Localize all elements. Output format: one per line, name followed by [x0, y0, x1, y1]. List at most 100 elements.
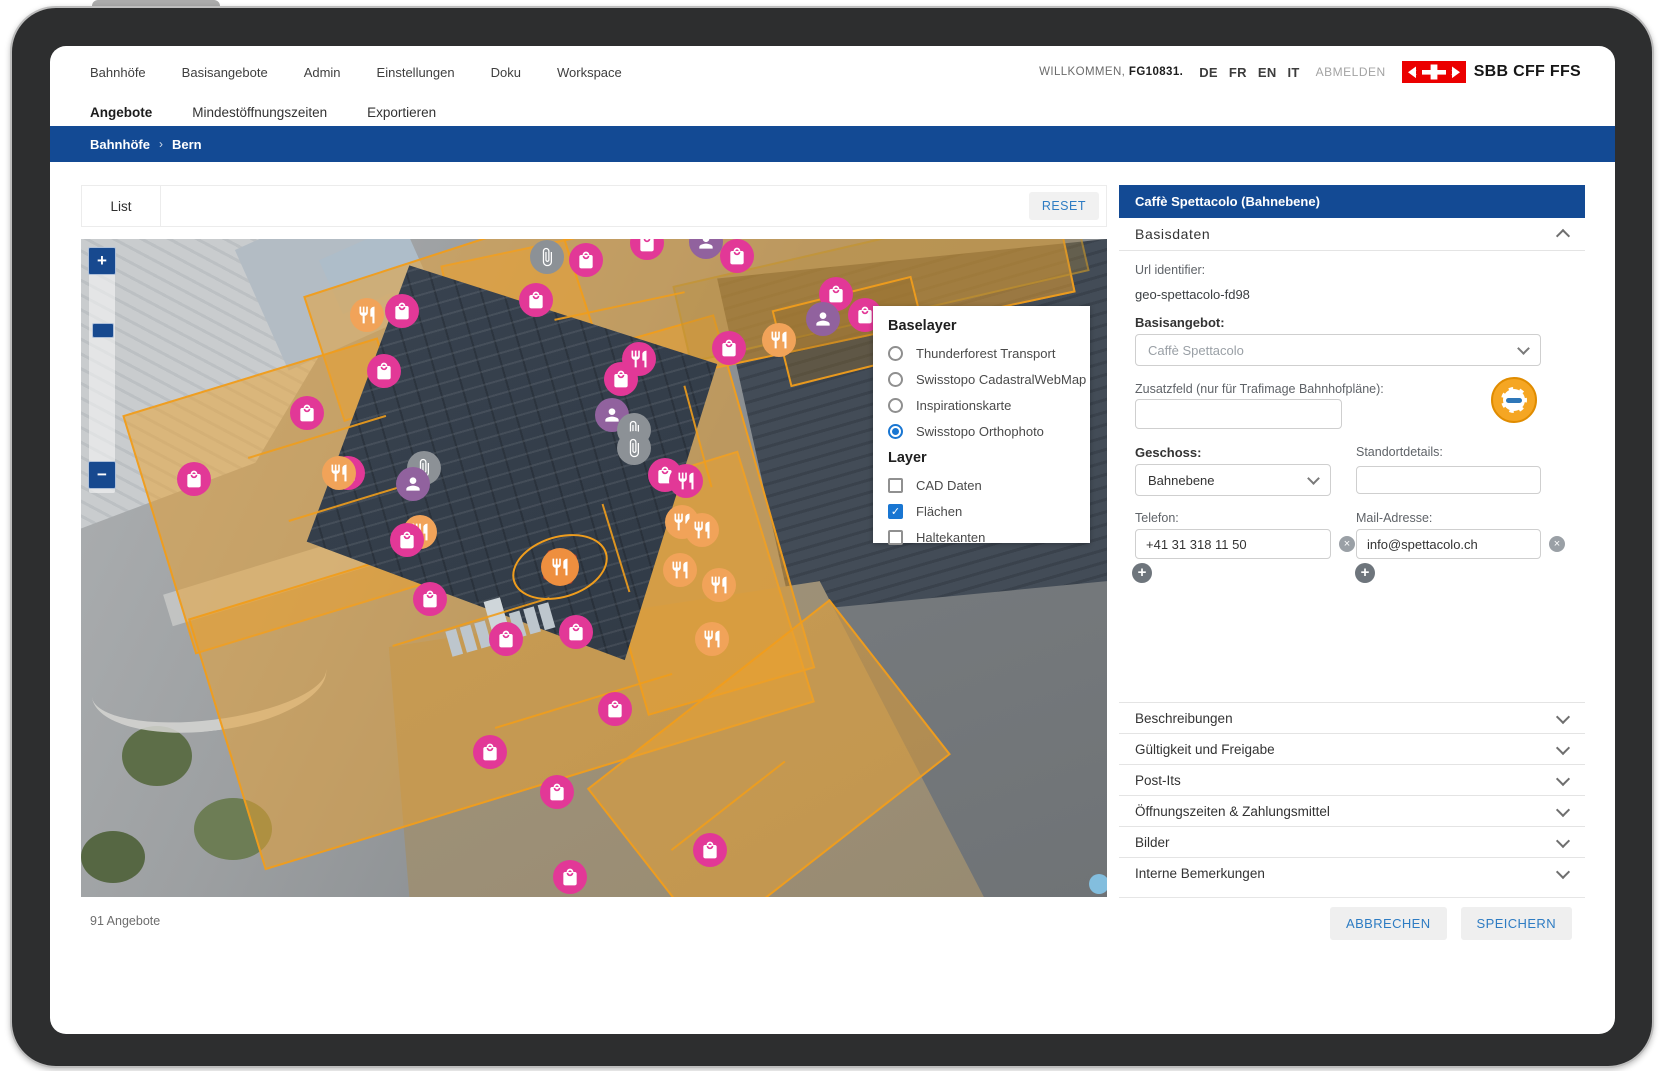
- zoom-slider-handle[interactable]: [92, 323, 114, 338]
- marker-shop[interactable]: [598, 692, 632, 726]
- clear-telefon-icon[interactable]: ×: [1339, 536, 1355, 552]
- marker-restaurant[interactable]: [685, 513, 719, 547]
- marker-restaurant[interactable]: [702, 568, 736, 602]
- basisangebot-label: Basisangebot:: [1135, 315, 1225, 330]
- nav-item-doku[interactable]: Doku: [491, 65, 521, 80]
- layer-option-haltekanten[interactable]: Haltekanten: [888, 524, 1090, 550]
- subnav-item-exportieren[interactable]: Exportieren: [367, 105, 436, 120]
- caffe-spettacolo-logo: [1491, 377, 1537, 423]
- marker-restaurant[interactable]: [695, 622, 729, 656]
- checkbox-icon[interactable]: [888, 530, 903, 545]
- standortdetails-input[interactable]: [1356, 466, 1541, 494]
- marker-restaurant[interactable]: [762, 323, 796, 357]
- zoom-in-button[interactable]: +: [88, 247, 116, 275]
- lang-en[interactable]: EN: [1258, 65, 1277, 80]
- nav-item-bahnhöfe[interactable]: Bahnhöfe: [90, 65, 146, 80]
- marker-shop[interactable]: [177, 462, 211, 496]
- marker-location[interactable]: [1089, 874, 1107, 894]
- shopping-bag-icon: [637, 239, 657, 253]
- logout-link[interactable]: ABMELDEN: [1316, 65, 1386, 79]
- subnav-item-angebote[interactable]: Angebote: [90, 105, 152, 120]
- clear-mail-icon[interactable]: ×: [1549, 536, 1565, 552]
- marker-attachment[interactable]: [530, 240, 564, 274]
- accordion-beschreibungen[interactable]: Beschreibungen: [1119, 702, 1585, 733]
- reset-button[interactable]: RESET: [1029, 192, 1099, 220]
- marker-selected-restaurant[interactable]: [541, 548, 579, 586]
- map-canvas[interactable]: + − Baselayer Thunderforest TransportSwi…: [81, 239, 1107, 897]
- geschoss-select[interactable]: Bahnebene: [1135, 464, 1331, 496]
- marker-shop[interactable]: [569, 243, 603, 277]
- marker-service[interactable]: [806, 302, 840, 336]
- nav-item-admin[interactable]: Admin: [304, 65, 341, 80]
- checkbox-icon[interactable]: ✓: [888, 504, 903, 519]
- marker-shop[interactable]: [390, 523, 424, 557]
- accordion-label: Beschreibungen: [1135, 711, 1233, 726]
- baselayer-options: Thunderforest Transport Swisstopo Cadastr…: [888, 340, 1090, 444]
- basisangebot-select[interactable]: Caffè Spettacolo: [1135, 334, 1541, 366]
- mail-input[interactable]: [1356, 529, 1541, 559]
- accordion-post-its[interactable]: Post-Its: [1119, 764, 1585, 795]
- chevron-down-icon: [1556, 740, 1570, 754]
- telefon-label: Telefon:: [1135, 511, 1179, 525]
- breadcrumb-root[interactable]: Bahnhöfe: [90, 137, 150, 152]
- radio-icon[interactable]: [888, 398, 903, 413]
- marker-restaurant[interactable]: [350, 298, 384, 332]
- tab-list[interactable]: List: [82, 186, 161, 226]
- baselayer-option-swisstopo-cadastralwebmap[interactable]: Swisstopo CadastralWebMap: [888, 366, 1090, 392]
- baselayer-option-label: Thunderforest Transport: [916, 346, 1055, 361]
- marker-restaurant_pink[interactable]: [669, 464, 703, 498]
- shopping-bag-icon: [297, 403, 317, 423]
- accordion-gültigkeit-und-freigabe[interactable]: Gültigkeit und Freigabe: [1119, 733, 1585, 764]
- marker-shop[interactable]: [720, 239, 754, 273]
- accordion-öffnungszeiten-&-zahlungsmittel[interactable]: Öffnungszeiten & Zahlungsmittel: [1119, 795, 1585, 826]
- add-telefon-button[interactable]: +: [1132, 563, 1152, 583]
- nav-item-basisangebote[interactable]: Basisangebote: [182, 65, 268, 80]
- marker-shop[interactable]: [559, 615, 593, 649]
- accordion-interne-bemerkungen[interactable]: Interne Bemerkungen: [1119, 857, 1585, 888]
- layer-option-flächen[interactable]: ✓Flächen: [888, 498, 1090, 524]
- radio-icon[interactable]: [888, 372, 903, 387]
- layer-option-cad-daten[interactable]: CAD Daten: [888, 472, 1090, 498]
- marker-shop[interactable]: [489, 622, 523, 656]
- marker-restaurant[interactable]: [322, 456, 356, 490]
- radio-icon[interactable]: [888, 346, 903, 361]
- cancel-button[interactable]: ABBRECHEN: [1330, 907, 1447, 940]
- marker-restaurant_pink[interactable]: [622, 342, 656, 376]
- marker-shop[interactable]: [712, 331, 746, 365]
- accordion-bilder[interactable]: Bilder: [1119, 826, 1585, 857]
- baselayer-option-inspirationskarte[interactable]: Inspirationskarte: [888, 392, 1090, 418]
- marker-shop[interactable]: [385, 294, 419, 328]
- chevron-down-icon: [1517, 342, 1530, 355]
- lang-de[interactable]: DE: [1199, 65, 1218, 80]
- section-basisdaten[interactable]: Basisdaten: [1119, 218, 1585, 251]
- marker-shop[interactable]: [367, 354, 401, 388]
- marker-shop[interactable]: [540, 775, 574, 809]
- add-mail-button[interactable]: +: [1355, 563, 1375, 583]
- baselayer-option-swisstopo-orthophoto[interactable]: Swisstopo Orthophoto: [888, 418, 1090, 444]
- basisdaten-label: Basisdaten: [1135, 226, 1210, 242]
- marker-shop[interactable]: [290, 396, 324, 430]
- checkbox-icon[interactable]: [888, 478, 903, 493]
- marker-shop[interactable]: [473, 735, 507, 769]
- fork-knife-icon: [692, 520, 712, 540]
- zoom-slider-track[interactable]: [89, 249, 115, 493]
- marker-service[interactable]: [396, 467, 430, 501]
- telefon-input[interactable]: [1135, 529, 1331, 559]
- marker-shop[interactable]: [519, 283, 553, 317]
- nav-item-einstellungen[interactable]: Einstellungen: [377, 65, 455, 80]
- zoom-out-button[interactable]: −: [88, 461, 116, 489]
- lang-fr[interactable]: FR: [1229, 65, 1247, 80]
- marker-shop[interactable]: [553, 860, 587, 894]
- marker-shop[interactable]: [693, 833, 727, 867]
- subnav-item-mindestöffnungszeiten[interactable]: Mindestöffnungszeiten: [192, 105, 327, 120]
- marker-shop[interactable]: [413, 582, 447, 616]
- shopping-bag-icon: [605, 699, 625, 719]
- lang-it[interactable]: IT: [1288, 65, 1300, 80]
- zusatzfeld-input[interactable]: [1135, 399, 1342, 429]
- marker-restaurant[interactable]: [663, 553, 697, 587]
- radio-icon[interactable]: [888, 424, 903, 439]
- marker-attachment[interactable]: [617, 431, 651, 465]
- nav-item-workspace[interactable]: Workspace: [557, 65, 622, 80]
- save-button[interactable]: SPEICHERN: [1461, 907, 1572, 940]
- baselayer-option-thunderforest-transport[interactable]: Thunderforest Transport: [888, 340, 1090, 366]
